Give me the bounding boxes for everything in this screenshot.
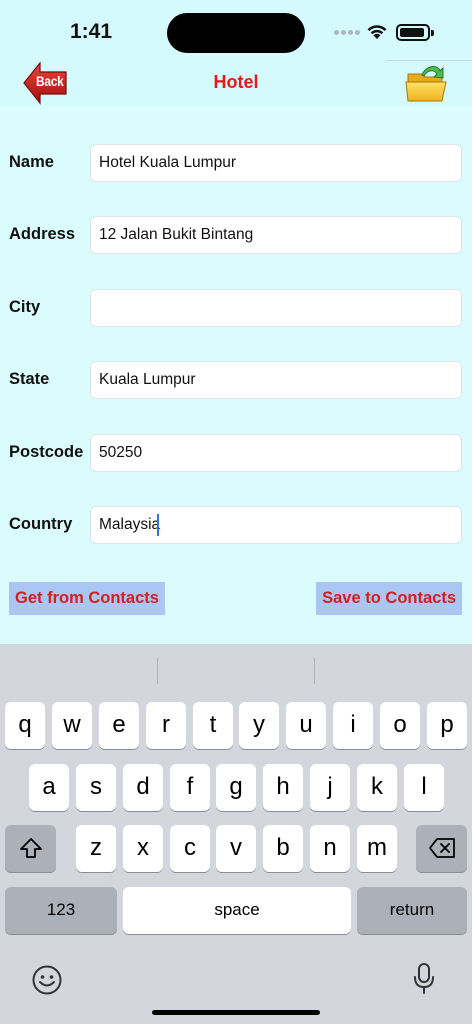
postcode-row: Postcode <box>0 434 472 472</box>
key-o[interactable]: o <box>380 702 420 749</box>
key-j[interactable]: j <box>310 764 350 811</box>
return-key[interactable]: return <box>357 887 467 934</box>
delete-key[interactable] <box>416 825 467 872</box>
emoji-icon[interactable] <box>31 964 63 996</box>
text-caret <box>157 514 159 536</box>
state-row: State <box>0 361 472 399</box>
suggestion-divider <box>314 658 315 684</box>
key-q[interactable]: q <box>5 702 45 749</box>
key-e[interactable]: e <box>99 702 139 749</box>
key-m[interactable]: m <box>357 825 397 872</box>
name-field[interactable] <box>90 144 462 182</box>
key-l[interactable]: l <box>404 764 444 811</box>
key-v[interactable]: v <box>216 825 256 872</box>
backspace-icon <box>428 838 455 858</box>
key-a[interactable]: a <box>29 764 69 811</box>
key-k[interactable]: k <box>357 764 397 811</box>
name-row: Name <box>0 144 472 182</box>
get-from-contacts-button[interactable]: Get from Contacts <box>9 582 165 615</box>
postcode-field[interactable] <box>90 434 462 472</box>
key-h[interactable]: h <box>263 764 303 811</box>
key-p[interactable]: p <box>427 702 467 749</box>
dynamic-island <box>167 13 305 53</box>
key-f[interactable]: f <box>170 764 210 811</box>
key-y[interactable]: y <box>239 702 279 749</box>
status-time: 1:41 <box>70 20 113 43</box>
wifi-icon <box>367 25 387 39</box>
home-indicator <box>152 1010 320 1015</box>
key-z[interactable]: z <box>76 825 116 872</box>
shift-icon <box>19 838 42 858</box>
suggestion-divider <box>157 658 158 684</box>
keyboard: q w e r t y u i o p a s d f g h j k l z … <box>0 644 472 1024</box>
city-label: City <box>9 298 41 316</box>
key-s[interactable]: s <box>76 764 116 811</box>
postcode-label: Postcode <box>9 443 84 461</box>
key-g[interactable]: g <box>216 764 256 811</box>
state-label: State <box>9 370 50 388</box>
country-row: Country <box>0 506 472 544</box>
key-x[interactable]: x <box>123 825 163 872</box>
city-row: City <box>0 289 472 327</box>
key-d[interactable]: d <box>123 764 163 811</box>
shift-key[interactable] <box>5 825 56 872</box>
city-field[interactable] <box>90 289 462 327</box>
battery-icon <box>396 24 434 41</box>
folder-button[interactable] <box>386 60 472 106</box>
open-folder-icon <box>405 66 447 102</box>
key-w[interactable]: w <box>52 702 92 749</box>
address-field[interactable] <box>90 216 462 254</box>
cellular-signal-icon <box>334 30 360 36</box>
microphone-icon[interactable] <box>412 962 436 996</box>
key-u[interactable]: u <box>286 702 326 749</box>
address-row: Address <box>0 216 472 254</box>
save-to-contacts-button[interactable]: Save to Contacts <box>316 582 462 615</box>
key-i[interactable]: i <box>333 702 373 749</box>
navigation-bar: Back Hotel <box>0 60 472 106</box>
numbers-key[interactable]: 123 <box>5 887 117 934</box>
status-bar: 1:41 <box>0 0 472 60</box>
space-key[interactable]: space <box>123 887 351 934</box>
state-field[interactable] <box>90 361 462 399</box>
address-label: Address <box>9 225 76 243</box>
name-label: Name <box>9 153 54 171</box>
key-t[interactable]: t <box>193 702 233 749</box>
key-b[interactable]: b <box>263 825 303 872</box>
country-label: Country <box>9 515 73 533</box>
key-n[interactable]: n <box>310 825 350 872</box>
country-field[interactable] <box>90 506 462 544</box>
key-c[interactable]: c <box>170 825 210 872</box>
key-r[interactable]: r <box>146 702 186 749</box>
